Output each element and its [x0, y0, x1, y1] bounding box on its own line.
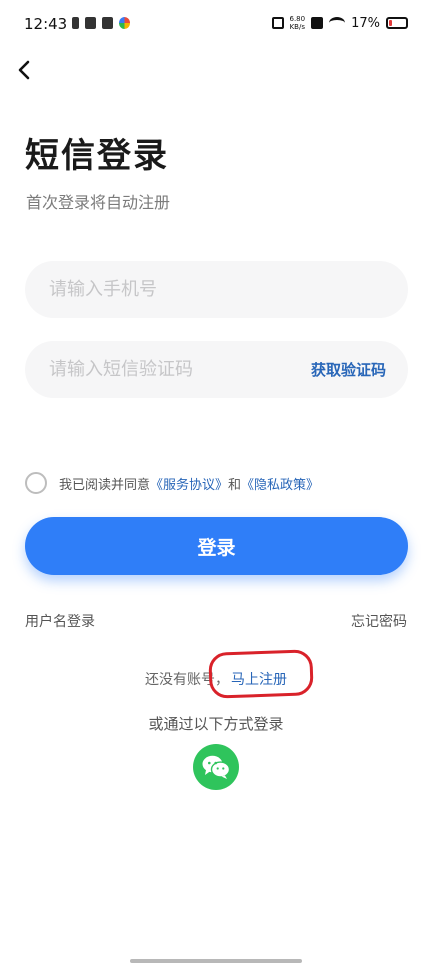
agreement-text: 我已阅读并同意《服务协议》和《隐私政策》 — [59, 474, 319, 493]
get-code-button[interactable]: 获取验证码 — [311, 359, 386, 380]
agreement-row: 我已阅读并同意《服务协议》和《隐私政策》 — [25, 472, 319, 494]
page-subtitle: 首次登录将自动注册 — [26, 193, 171, 212]
back-button[interactable] — [12, 58, 36, 82]
agreement-prefix: 我已阅读并同意 — [59, 477, 151, 493]
wechat-icon — [202, 755, 231, 779]
forgot-password-link[interactable]: 忘记密码 — [351, 611, 407, 631]
wifi-icon — [329, 17, 346, 29]
agreement-checkbox[interactable] — [25, 472, 47, 494]
storage-icon — [72, 17, 79, 29]
battery-icon — [386, 17, 408, 29]
service-agreement-link[interactable]: 《服务协议》 — [150, 478, 228, 493]
page-title: 短信登录 — [25, 136, 169, 176]
battery-percent: 17% — [351, 15, 380, 31]
no-sim-icon — [311, 17, 324, 29]
privacy-policy-link[interactable]: 《隐私政策》 — [241, 478, 319, 493]
status-bar: 12:43 6.80 KB/s 17% — [0, 0, 432, 50]
network-speed: 6.80 KB/s — [290, 15, 306, 31]
status-right: 6.80 KB/s 17% — [271, 15, 408, 31]
network-speed-value: 6.80 — [289, 15, 306, 23]
status-notification-icons — [72, 17, 130, 29]
code-field-container: 获取验证码 — [25, 341, 408, 398]
annotation-circle — [208, 649, 314, 699]
home-indicator[interactable] — [130, 959, 302, 963]
vibrate-icon — [271, 17, 284, 29]
tiktok-icon — [85, 17, 96, 29]
status-time: 12:43 — [24, 15, 68, 33]
agreement-and: 和 — [228, 477, 242, 493]
colorful-app-icon — [119, 17, 130, 29]
network-speed-unit: KB/s — [289, 23, 305, 31]
other-login-text: 或通过以下方式登录 — [148, 715, 284, 733]
login-button[interactable]: 登录 — [25, 517, 408, 575]
phone-field-container — [25, 261, 408, 318]
chevron-left-icon — [18, 60, 30, 80]
wechat-login-button[interactable] — [193, 744, 239, 790]
username-login-link[interactable]: 用户名登录 — [25, 611, 95, 631]
battery-fill — [389, 20, 393, 26]
sms-code-input[interactable] — [49, 341, 309, 398]
phone-input[interactable] — [49, 261, 309, 318]
app-grid-icon — [102, 17, 113, 29]
